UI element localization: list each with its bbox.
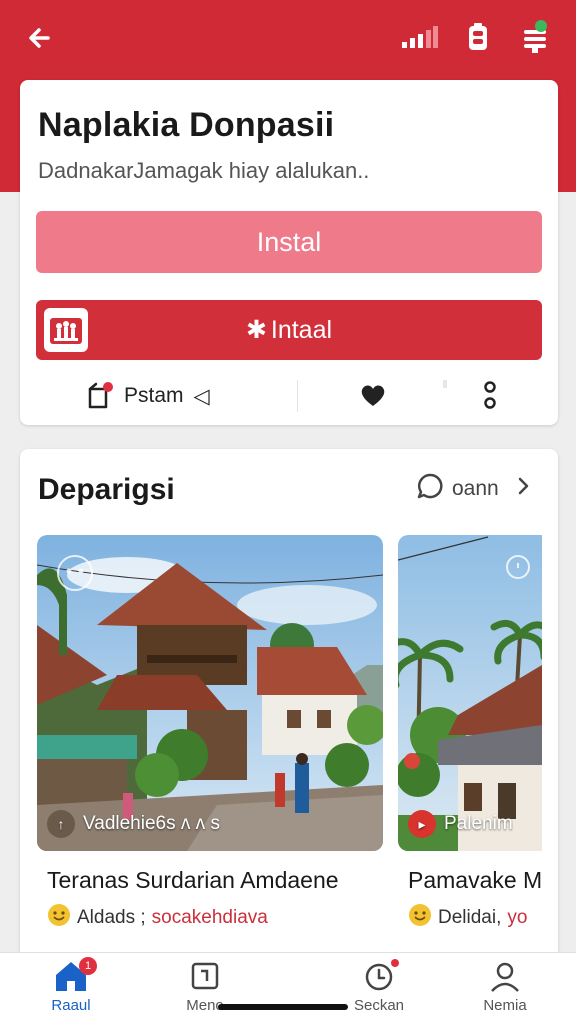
post-label: Pstam	[124, 384, 184, 407]
post-button[interactable]: Pstam ◁	[86, 378, 210, 414]
calendar-icon	[187, 959, 223, 993]
divider	[297, 380, 298, 412]
tag-label: Palenim	[444, 813, 513, 834]
place-tag: ↑ Vadlehie6s ᴧ ᴧ s	[47, 809, 220, 839]
signal-icon	[402, 26, 438, 50]
more-options-icon[interactable]	[478, 378, 502, 412]
app-subtitle: DadnakarJamagak hiay alalukan..	[38, 158, 370, 183]
place-photo	[37, 535, 383, 851]
separator-mark	[443, 380, 447, 388]
app-install-card: Naplakia Donpasii DadnakarJamagak hiay a…	[20, 80, 558, 425]
notification-badge: 1	[79, 957, 97, 975]
back-arrow-icon[interactable]	[22, 20, 58, 56]
discover-section: Deparigsi oann ↑ Vadlehie6s ᴧ ᴧ s Terana…	[20, 449, 558, 989]
place-name: Pamavake M	[408, 867, 543, 893]
nav-label: Nemia	[483, 997, 527, 1014]
person-icon	[487, 959, 523, 993]
nav-item-search[interactable]: Seckan	[334, 959, 424, 1019]
nav-item-profile[interactable]: Nemia	[460, 959, 550, 1019]
home-icon: 1	[53, 957, 97, 993]
place-card[interactable]: ▸ Palenim Pamavake M Delidai, yo	[398, 535, 558, 955]
battery-icon	[462, 22, 494, 54]
app-title: Naplakia Donpasii	[38, 106, 335, 144]
sparkle-icon: ✱	[245, 316, 267, 344]
heart-icon[interactable]	[358, 380, 388, 410]
section-title: Deparigsi	[38, 473, 175, 506]
notification-dot	[391, 959, 399, 967]
install-button[interactable]: Instal	[36, 211, 542, 273]
place-photo	[398, 535, 558, 851]
tag-play-icon: ▸	[408, 810, 436, 838]
chevron-right-icon	[517, 476, 531, 502]
nav-item-menu[interactable]: Meno	[160, 959, 250, 1019]
share-box-icon	[86, 381, 114, 411]
place-rating-label: Aldads ;	[77, 907, 146, 928]
place-name: Teranas Surdarian Amdaene	[47, 867, 339, 893]
see-all-link[interactable]: oann	[416, 473, 531, 505]
install-button-secondary[interactable]: ✱ Intaal	[36, 300, 542, 360]
home-indicator[interactable]	[218, 1004, 348, 1010]
smiley-icon	[47, 903, 71, 933]
see-all-label: oann	[452, 477, 499, 500]
nav-label: Seckan	[353, 997, 405, 1014]
chat-bubble-icon	[416, 472, 444, 506]
stack-icon[interactable]	[516, 16, 556, 56]
place-category: socakehdiava	[151, 907, 268, 928]
tag-label: Vadlehie6s ᴧ ᴧ s	[83, 813, 220, 834]
install-button-secondary-label: Intaal	[270, 315, 333, 344]
app-icon	[44, 308, 88, 352]
place-tag: ▸ Palenim	[408, 809, 513, 839]
place-category: yo	[507, 907, 528, 928]
place-rating-label: Delidai,	[438, 907, 502, 928]
nav-label: Raaul	[51, 997, 91, 1014]
place-meta: Delidai, yo	[408, 903, 527, 933]
action-row: Pstam ◁	[20, 376, 558, 416]
clock-icon	[361, 959, 399, 993]
place-card[interactable]: ↑ Vadlehie6s ᴧ ᴧ s Teranas Surdarian Amd…	[37, 535, 383, 955]
tag-arrow-icon: ↑	[47, 810, 75, 838]
smiley-icon	[408, 903, 432, 933]
top-bar	[0, 0, 576, 76]
arrow-left-icon: ◁	[193, 384, 210, 408]
bottom-navigation: 1 Raaul Meno Seckan Nemia	[0, 952, 576, 1024]
nav-item-home[interactable]: 1 Raaul	[26, 957, 116, 1019]
place-meta: Aldads ; socakehdiava	[47, 903, 268, 933]
